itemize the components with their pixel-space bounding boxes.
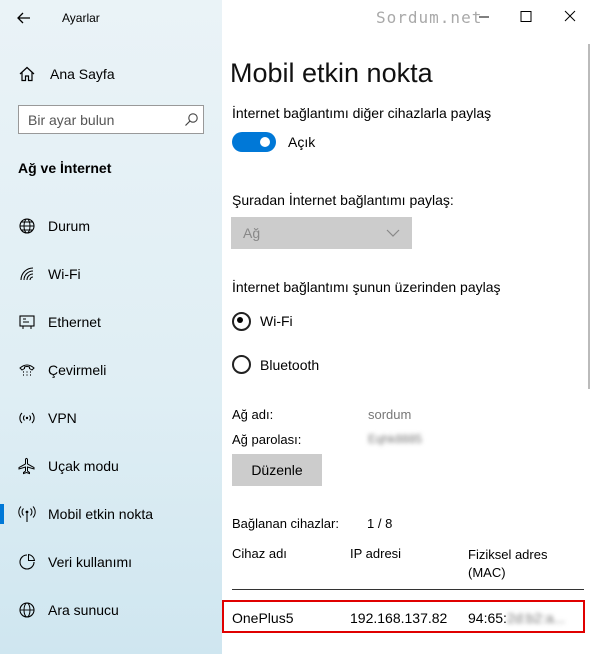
table-row: OnePlus5 192.168.137.82 94:65:2d:b2:a...: [222, 600, 585, 633]
settings-search-box[interactable]: [18, 105, 204, 134]
network-password-value: Eqhk8885: [368, 432, 423, 446]
vpn-icon: [18, 409, 36, 427]
sidebar-item-label: Ara sunucu: [48, 602, 119, 618]
ip-address-cell: 192.168.137.82: [350, 610, 448, 626]
minimize-icon: [479, 16, 489, 18]
sidebar-item-wifi[interactable]: Wi-Fi: [0, 252, 222, 296]
sidebar-item-vpn[interactable]: VPN: [0, 396, 222, 440]
mac-visible-part: 94:65:: [468, 610, 507, 626]
sidebar-item-ethernet[interactable]: Ethernet: [0, 300, 222, 344]
sidebar-item-mobil-etkin-nokta[interactable]: Mobil etkin nokta: [0, 492, 222, 536]
network-name-label: Ağ adı:: [232, 407, 274, 422]
sidebar-item-label: Uçak modu: [48, 458, 119, 474]
share-from-dropdown[interactable]: Ağ: [231, 217, 412, 249]
toggle-state-label: Açık: [288, 134, 316, 150]
sidebar-item-cevirmeli[interactable]: Çevirmeli: [0, 348, 222, 392]
home-icon: [18, 65, 36, 83]
share-over-label: İnternet bağlantımı şunun üzerinden payl…: [232, 279, 501, 295]
back-arrow-icon[interactable]: [14, 8, 34, 28]
sidebar: Ayarlar Ana Sayfa #dummy{} input::placeh…: [0, 0, 222, 654]
radio-bluetooth-option[interactable]: Bluetooth: [232, 353, 352, 375]
scrollbar-thumb[interactable]: [588, 44, 590, 389]
connected-devices-label: Bağlanan cihazlar:: [232, 516, 339, 531]
connected-devices-count: 1 / 8: [367, 516, 393, 531]
search-icon[interactable]: [183, 112, 199, 128]
radio-wifi[interactable]: [232, 312, 251, 331]
column-header-ip: IP adresi: [350, 546, 402, 561]
window-title: Ayarlar: [62, 11, 100, 25]
edit-button[interactable]: Düzenle: [232, 454, 322, 486]
globe-icon: [18, 217, 36, 235]
page-title: Mobil etkin nokta: [230, 58, 433, 88]
sidebar-item-veri-kullanimi[interactable]: Veri kullanımı: [0, 540, 222, 584]
data-usage-icon: [18, 553, 36, 571]
minimize-button[interactable]: [466, 0, 502, 32]
proxy-globe-icon: [18, 601, 36, 619]
sidebar-item-ucak-modu[interactable]: Uçak modu: [0, 444, 222, 488]
search-input[interactable]: [19, 106, 178, 133]
section-title: Ağ ve İnternet: [18, 160, 112, 176]
radio-wifi-option[interactable]: Wi-Fi: [232, 310, 332, 332]
sidebar-item-label: VPN: [48, 410, 77, 426]
network-password-label: Ağ parolası:: [232, 432, 302, 447]
chevron-down-icon: [385, 226, 401, 240]
mac-redacted-part: 2d:b2:a...: [506, 610, 566, 626]
sidebar-item-label: Wi-Fi: [48, 266, 81, 282]
sidebar-item-label: Çevirmeli: [48, 362, 107, 378]
sidebar-item-label: Mobil etkin nokta: [48, 506, 154, 522]
share-label: İnternet bağlantımı diğer cihazlarla pay…: [232, 105, 492, 121]
hotspot-toggle[interactable]: [232, 132, 276, 152]
column-header-mac: Fiziksel adres (MAC): [468, 547, 548, 580]
network-name-value: sordum: [368, 407, 412, 422]
radio-bluetooth-label: Bluetooth: [260, 357, 320, 373]
sidebar-item-label: Durum: [48, 218, 91, 234]
radio-bluetooth[interactable]: [232, 355, 251, 374]
dialup-icon: [18, 361, 36, 379]
column-header-device: Cihaz adı: [232, 546, 287, 561]
main-content: Sordum.net Mobil etkin nokta İnternet ba…: [222, 0, 595, 654]
wifi-icon: [18, 265, 36, 283]
sidebar-item-label: Veri kullanımı: [48, 554, 133, 570]
close-icon: [564, 10, 576, 22]
device-name-cell: OnePlus5: [232, 610, 294, 626]
sidebar-item-label: Ethernet: [48, 314, 101, 330]
maximize-icon: [520, 11, 532, 22]
sidebar-item-home[interactable]: Ana Sayfa: [0, 52, 222, 96]
scrollbar[interactable]: [586, 36, 592, 636]
mac-address-cell: 94:65:2d:b2:a...: [468, 610, 565, 626]
airplane-icon: [18, 457, 36, 475]
close-button[interactable]: [552, 0, 588, 32]
toggle-knob: [260, 137, 270, 147]
table-header-divider: [232, 589, 584, 590]
dropdown-value: Ağ: [243, 225, 261, 241]
selected-indicator: [0, 504, 4, 524]
share-from-label: Şuradan İnternet bağlantımı paylaş:: [232, 192, 454, 208]
sidebar-item-durum[interactable]: Durum: [0, 204, 222, 248]
radio-wifi-label: Wi-Fi: [260, 313, 293, 329]
maximize-button[interactable]: [508, 0, 544, 32]
ethernet-icon: [18, 313, 36, 331]
hotspot-icon: [18, 505, 36, 523]
sidebar-item-ara-sunucu[interactable]: Ara sunucu: [0, 588, 222, 632]
sidebar-item-label: Ana Sayfa: [50, 66, 115, 82]
